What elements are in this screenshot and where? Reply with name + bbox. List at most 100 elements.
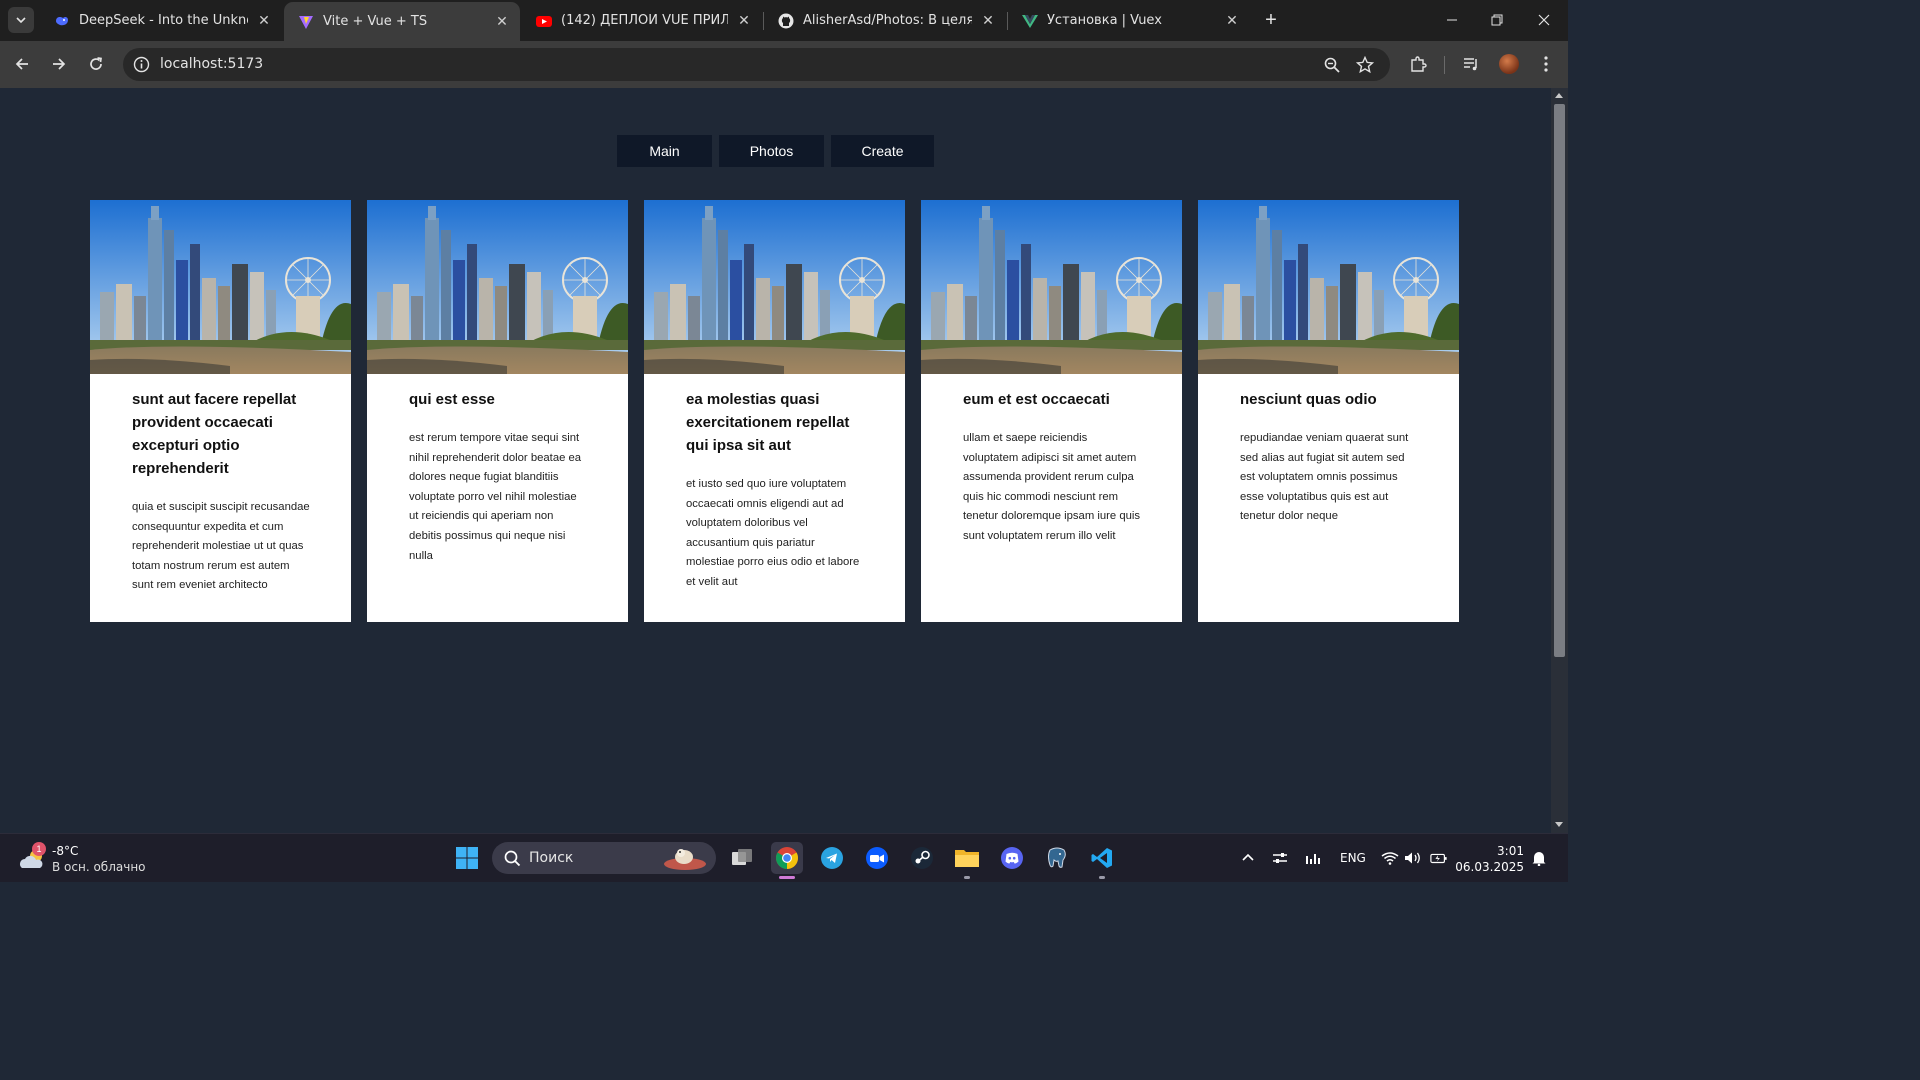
taskbar-search[interactable]: Поиск bbox=[492, 842, 716, 874]
close-tab-icon[interactable]: ✕ bbox=[980, 13, 996, 29]
github-icon bbox=[778, 13, 794, 29]
wifi-status[interactable] bbox=[1381, 849, 1399, 867]
address-bar[interactable]: localhost:5173 bbox=[123, 48, 1390, 81]
folder-icon bbox=[955, 850, 979, 867]
taskbar-pgadmin[interactable] bbox=[1041, 842, 1073, 874]
browser-menu-button[interactable] bbox=[1536, 54, 1556, 74]
tab-vuex[interactable]: Установка | Vuex ✕ bbox=[1008, 0, 1250, 41]
extensions-button[interactable] bbox=[1408, 54, 1428, 74]
post-image bbox=[921, 200, 1182, 374]
nav-create-button[interactable]: Create bbox=[831, 135, 934, 167]
media-controls-button[interactable] bbox=[1461, 54, 1481, 74]
taskbar-discord[interactable] bbox=[996, 842, 1028, 874]
windows-logo-icon bbox=[456, 847, 478, 869]
page-scrollbar[interactable] bbox=[1551, 88, 1568, 833]
taskbar-zoom[interactable] bbox=[861, 842, 893, 874]
nav-photos-button[interactable]: Photos bbox=[719, 135, 824, 167]
battery-charging-icon bbox=[1430, 853, 1447, 864]
system-clock[interactable]: 3:01 06.03.2025 bbox=[1455, 843, 1524, 875]
browser-tab-strip: DeepSeek - Into the Unknown ✕ Vite + Vue… bbox=[0, 0, 1568, 41]
city-skyline-photo bbox=[90, 200, 351, 374]
zoom-icon[interactable] bbox=[1323, 56, 1341, 74]
post-title: ea molestias quasi exercitationem repell… bbox=[686, 391, 850, 454]
tray-audio-meter-icon[interactable] bbox=[1304, 849, 1322, 867]
close-tab-icon[interactable]: ✕ bbox=[736, 13, 752, 29]
tab-deepseek[interactable]: DeepSeek - Into the Unknown ✕ bbox=[40, 0, 282, 41]
url-text[interactable]: localhost:5173 bbox=[160, 56, 263, 72]
post-body: quia et suscipit suscipit recusandae con… bbox=[132, 501, 310, 592]
tray-settings-icon[interactable] bbox=[1271, 849, 1289, 867]
task-view-icon bbox=[732, 849, 752, 865]
tab-title: Установка | Vuex bbox=[1047, 13, 1162, 28]
close-tab-icon[interactable]: ✕ bbox=[256, 13, 272, 29]
post-card: nesciunt quas odio repudiandae veniam qu… bbox=[1198, 200, 1459, 622]
task-view-button[interactable] bbox=[726, 842, 758, 874]
reload-button[interactable] bbox=[85, 53, 107, 75]
taskbar-file-explorer[interactable] bbox=[951, 842, 983, 874]
close-window-button[interactable] bbox=[1534, 10, 1554, 30]
tab-title: (142) ДЕПЛОЙ VUE ПРИЛОЖЕНИЯ bbox=[561, 13, 728, 28]
scroll-down-arrow[interactable] bbox=[1555, 822, 1563, 827]
forward-button[interactable] bbox=[48, 53, 70, 75]
taskbar-steam[interactable] bbox=[906, 842, 938, 874]
tray-overflow-button[interactable] bbox=[1239, 849, 1257, 867]
restore-button[interactable] bbox=[1487, 10, 1507, 30]
back-button[interactable] bbox=[11, 53, 33, 75]
notifications-button[interactable] bbox=[1530, 849, 1548, 867]
close-tab-icon[interactable]: ✕ bbox=[1224, 13, 1240, 29]
clock-date: 06.03.2025 bbox=[1455, 860, 1524, 874]
new-tab-button[interactable]: + bbox=[1261, 10, 1281, 30]
chrome-running-indicator bbox=[779, 876, 795, 879]
tab-vite[interactable]: Vite + Vue + TS ✕ bbox=[284, 2, 520, 41]
more-vert-icon bbox=[1544, 56, 1548, 72]
post-title: qui est esse bbox=[409, 391, 495, 408]
arrow-left-icon bbox=[15, 58, 28, 70]
language-indicator[interactable]: ENG bbox=[1340, 851, 1366, 865]
volume-status[interactable] bbox=[1404, 849, 1422, 867]
wifi-icon bbox=[1381, 852, 1399, 865]
bars-chart-icon bbox=[1306, 854, 1320, 864]
nav-main-button[interactable]: Main bbox=[617, 135, 712, 167]
taskbar-vscode[interactable] bbox=[1086, 842, 1118, 874]
weather-widget[interactable]: 1 -8°C В осн. облачно bbox=[18, 842, 158, 876]
notification-badge: 1 bbox=[32, 842, 46, 856]
post-title: eum et est occaecati bbox=[963, 391, 1110, 408]
tab-github[interactable]: AlisherAsd/Photos: В целях уче ✕ bbox=[764, 0, 1006, 41]
post-card: qui est esse est rerum tempore vitae seq… bbox=[367, 200, 628, 622]
page-viewport: Main Photos Create sunt aut facere repel… bbox=[0, 88, 1551, 833]
profile-avatar[interactable] bbox=[1499, 54, 1519, 74]
steam-icon bbox=[911, 847, 933, 869]
bookmark-star-icon[interactable] bbox=[1356, 56, 1374, 74]
toolbar-divider bbox=[1444, 56, 1445, 74]
search-icon bbox=[504, 850, 521, 867]
scroll-up-arrow[interactable] bbox=[1555, 93, 1563, 98]
post-image bbox=[1198, 200, 1459, 374]
battery-status[interactable] bbox=[1430, 849, 1448, 867]
tab-youtube[interactable]: (142) ДЕПЛОЙ VUE ПРИЛОЖЕНИЯ ✕ bbox=[522, 0, 762, 41]
weather-desc: В осн. облачно bbox=[52, 860, 146, 874]
taskbar-chrome[interactable] bbox=[771, 842, 803, 874]
minimize-button[interactable] bbox=[1442, 10, 1462, 30]
sliders-icon bbox=[1273, 853, 1287, 863]
windows-taskbar: 1 -8°C В осн. облачно Поиск ENG 3:01 06.… bbox=[0, 833, 1568, 882]
post-body: repudiandae veniam quaerat sunt sed alia… bbox=[1240, 432, 1409, 523]
post-card: ea molestias quasi exercitationem repell… bbox=[644, 200, 905, 622]
search-highlight-icon bbox=[664, 849, 706, 870]
speaker-icon bbox=[1405, 852, 1420, 864]
city-skyline-photo bbox=[921, 200, 1182, 374]
tab-search-button[interactable] bbox=[8, 7, 34, 33]
search-placeholder: Поиск bbox=[529, 850, 574, 866]
post-body: et iusto sed quo iure voluptatem occaeca… bbox=[686, 478, 860, 588]
main-nav: Main Photos Create bbox=[617, 135, 934, 167]
telegram-icon bbox=[821, 847, 843, 869]
post-card: sunt aut facere repellat provident occae… bbox=[90, 200, 351, 622]
taskbar-telegram[interactable] bbox=[816, 842, 848, 874]
post-title: nesciunt quas odio bbox=[1240, 391, 1377, 408]
vite-icon bbox=[298, 14, 314, 30]
site-info-icon[interactable] bbox=[133, 56, 150, 73]
scrollbar-thumb[interactable] bbox=[1554, 104, 1565, 657]
weather-temp: -8°C bbox=[52, 844, 79, 858]
zoom-app-icon bbox=[866, 847, 888, 869]
start-button[interactable] bbox=[451, 842, 483, 874]
close-tab-icon[interactable]: ✕ bbox=[494, 14, 510, 30]
